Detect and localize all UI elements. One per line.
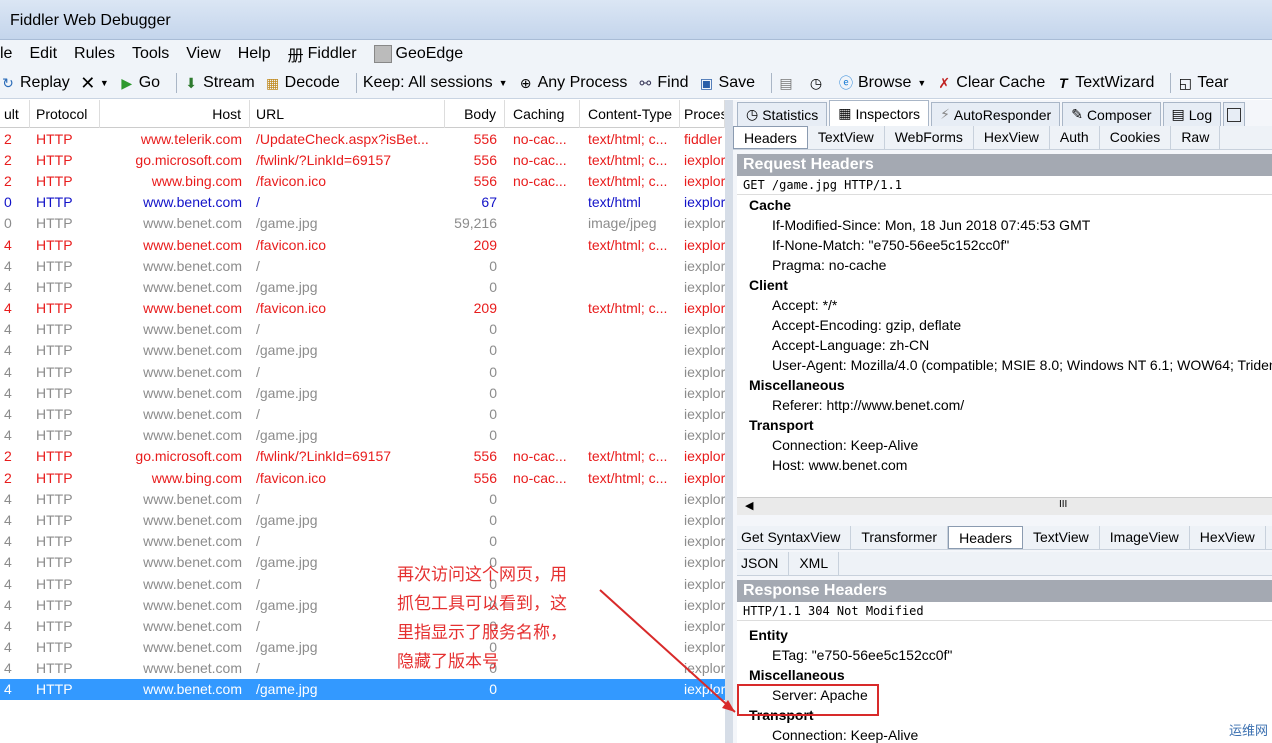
- annotation-text: 再次访问这个网页，用 抓包工具可以看到，这 里指显示了服务名称， 隐藏了版本号: [397, 560, 587, 676]
- annotation-line: 隐藏了版本号: [397, 652, 499, 671]
- annotation-line: 抓包工具可以看到，这: [397, 594, 567, 613]
- annotation-line: 里指显示了服务名称，: [397, 623, 567, 642]
- watermark-logo: 运维网: [1228, 723, 1268, 738]
- annotation-line: 再次访问这个网页，用: [397, 565, 567, 584]
- annotation-arrow: [599, 589, 736, 713]
